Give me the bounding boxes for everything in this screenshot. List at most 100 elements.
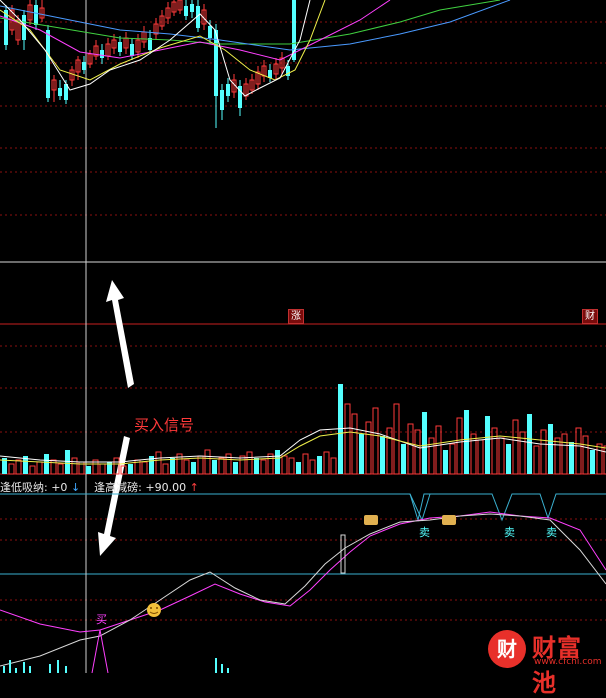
volume-bar [443, 450, 448, 474]
candle [268, 64, 272, 82]
volume-bar [57, 463, 64, 475]
volume-bar [456, 417, 463, 475]
volume-bar [29, 465, 36, 475]
volume-bar [128, 464, 133, 474]
indicator-magenta-line [0, 511, 606, 633]
high-sell-value: +90.00 [145, 481, 187, 494]
volume-bar [554, 437, 561, 475]
volume-bar [323, 451, 330, 475]
indicator-marker [340, 534, 346, 574]
candle [273, 58, 279, 80]
volume-bar [197, 455, 204, 475]
volume-bar [309, 459, 316, 475]
candle [141, 26, 147, 48]
volume-bar [428, 437, 435, 475]
arrow-down-icon: ↓ [70, 481, 81, 494]
volume-bar [498, 437, 505, 475]
volume-bar [351, 413, 358, 475]
candle [46, 25, 50, 102]
volume-bar [204, 449, 211, 475]
candle [190, 0, 194, 18]
smiley-icon [147, 603, 161, 617]
volume-bar [183, 459, 190, 475]
volume-bar [344, 403, 351, 475]
volume-bar [575, 427, 582, 475]
stock-chart-canvas[interactable] [0, 0, 606, 673]
volume-bar [44, 454, 49, 474]
volume-bar [162, 463, 169, 475]
candle [184, 0, 188, 20]
volume-bar [422, 412, 427, 474]
volume-bar [212, 460, 217, 474]
volume-bar [275, 450, 280, 474]
moving-averages [0, 0, 511, 97]
volume-bar [561, 433, 568, 475]
volume-bar [65, 450, 70, 474]
indicator-title: 逢低吸纳: +0 ↓ 逢高减磅: +90.00 ↑ [0, 479, 199, 495]
volume-bar [86, 466, 91, 474]
candle [130, 38, 134, 60]
sell-signal-label-3: 卖 [546, 526, 557, 539]
volume-bar [414, 429, 421, 475]
volume-bar [569, 442, 574, 474]
low-buy-value: +0 [51, 481, 68, 494]
volume-bar [170, 458, 175, 474]
coin-icon [364, 515, 456, 525]
candle [4, 5, 8, 50]
volume-bar [401, 444, 406, 474]
candle [34, 0, 38, 30]
watermark-logo: 财 财富池 www.cfchi.com [488, 628, 606, 697]
volume-bar [288, 457, 295, 475]
candle [118, 36, 122, 56]
low-buy-label: 逢低吸纳: [0, 481, 48, 494]
candle [39, 0, 45, 22]
indicator-histogram [3, 658, 229, 673]
volume-bar [36, 461, 43, 475]
wealth-tag: 财 [582, 309, 598, 324]
candle [22, 10, 26, 50]
wealth-logo-icon: 财 [488, 630, 526, 668]
candle [123, 32, 129, 54]
volume-bar [449, 443, 456, 475]
candle [69, 66, 75, 86]
buy-signal-annotation: 买入信号 [134, 416, 195, 434]
volume-bar [365, 421, 372, 475]
ma-magenta-line [0, 0, 391, 61]
volume-bar [548, 424, 553, 474]
candle [255, 66, 261, 90]
sell-signal-label-1: 卖 [419, 526, 430, 539]
candle [51, 75, 57, 102]
candle [82, 56, 86, 74]
candle [220, 84, 224, 120]
volume-bar [491, 427, 498, 475]
volume-bar [233, 462, 238, 474]
candle [87, 50, 93, 68]
volume-bar [372, 407, 379, 475]
volume-bar [317, 456, 322, 474]
volume-bar [8, 463, 15, 475]
volume-bar [99, 463, 106, 475]
volume-bar [512, 419, 519, 475]
candle [238, 80, 242, 116]
volume-bar [302, 453, 309, 475]
volume-bar [435, 425, 442, 475]
volume-bar [582, 435, 589, 475]
volume-bar [260, 459, 267, 475]
candle [243, 78, 249, 100]
volume-bar [380, 436, 385, 474]
sell-signal-label-2: 卖 [504, 526, 515, 539]
volume-bar [296, 462, 301, 474]
buy-signal-label: 买 [96, 613, 107, 626]
ma-blue-line [0, 0, 511, 51]
candle [177, 0, 183, 14]
candle [153, 18, 159, 40]
volume-bar [330, 457, 337, 475]
volume-bar [191, 462, 196, 474]
candle [165, 2, 171, 24]
volume-bar [485, 416, 490, 474]
volume-bars [2, 384, 606, 475]
candle [226, 78, 230, 102]
down-arrow-annotation [98, 436, 130, 556]
volume-bar [506, 444, 511, 474]
volume-bar [359, 434, 364, 474]
